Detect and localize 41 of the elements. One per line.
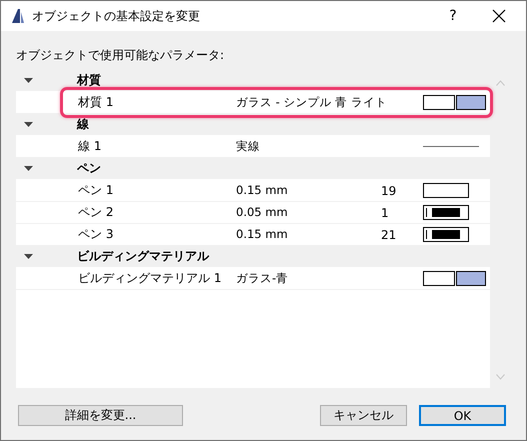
parameter-value: 0.05 mm	[236, 205, 289, 220]
group-name: 線	[77, 116, 89, 133]
app-logo-icon	[11, 8, 25, 24]
parameter-name: ペン 3	[78, 226, 114, 243]
parameter-name: 材質 1	[78, 94, 114, 111]
color-swatch[interactable]	[456, 95, 486, 110]
pen-swatch[interactable]	[423, 183, 469, 198]
expand-triangle-icon[interactable]	[24, 252, 33, 261]
parameter-name: 線 1	[78, 138, 102, 155]
color-swatch[interactable]	[456, 271, 486, 286]
parameter-value: ガラス-青	[236, 271, 290, 286]
list-label: オブジェクトで使用可能なパラメータ:	[16, 47, 226, 64]
pen-number: 19	[381, 184, 396, 198]
dialog-button[interactable]: キャンセル	[320, 405, 407, 426]
expand-triangle-icon[interactable]	[24, 120, 33, 129]
pen-swatch[interactable]	[423, 227, 469, 242]
expand-triangle-icon[interactable]	[24, 76, 33, 85]
parameter-value: ガラス - シンプル 青 ライト	[236, 95, 381, 110]
parameter-value: 0.15 mm	[236, 183, 289, 198]
close-icon	[492, 9, 506, 23]
parameter-value: 実線	[236, 139, 261, 154]
parameter-value: 0.15 mm	[236, 227, 289, 242]
help-button[interactable]: ?	[430, 1, 476, 31]
color-swatch[interactable]	[423, 95, 455, 110]
dialog-button[interactable]: 詳細を変更...	[18, 405, 183, 426]
pen-number: 21	[381, 228, 396, 242]
group-name: ビルディングマテリアル	[77, 248, 209, 265]
group-row[interactable]: ビルディングマテリアル	[16, 246, 490, 268]
parameter-name: ペン 1	[78, 182, 114, 199]
line-sample-icon[interactable]	[423, 145, 479, 148]
group-name: 材質	[77, 72, 101, 89]
window-title: オブジェクトの基本設定を変更	[32, 8, 201, 24]
dialog-button[interactable]: OK	[419, 405, 506, 426]
parameter-name: ペン 2	[78, 204, 114, 221]
pen-swatch[interactable]	[423, 205, 469, 220]
color-swatch[interactable]	[423, 271, 455, 286]
pen-number: 1	[381, 206, 389, 220]
group-name: ペン	[77, 160, 101, 177]
expand-triangle-icon[interactable]	[24, 164, 33, 173]
group-row[interactable]: ペン	[16, 158, 490, 180]
parameter-name: ビルディングマテリアル 1	[78, 270, 222, 287]
